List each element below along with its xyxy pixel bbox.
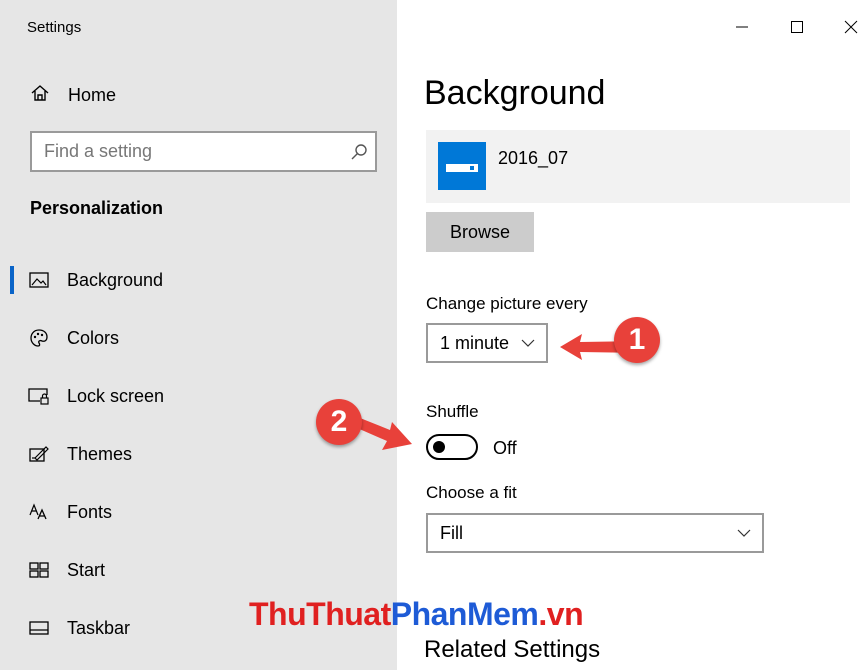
home-icon bbox=[30, 83, 50, 108]
search-input[interactable] bbox=[32, 132, 343, 171]
change-interval-dropdown[interactable]: 1 minute bbox=[426, 323, 548, 363]
app-title: Settings bbox=[27, 19, 82, 36]
step-badge-2: 2 bbox=[316, 399, 362, 445]
home-label: Home bbox=[68, 84, 117, 105]
sidebar-item-start[interactable]: Start bbox=[0, 548, 397, 592]
sidebar-item-fonts[interactable]: Fonts bbox=[0, 490, 397, 534]
page-title: Background bbox=[424, 74, 606, 112]
sidebar-item-label: Taskbar bbox=[67, 617, 131, 638]
search-icon[interactable] bbox=[343, 143, 375, 161]
maximize-icon bbox=[791, 21, 803, 33]
section-title: Personalization bbox=[30, 198, 164, 218]
picture-thumbnail bbox=[438, 142, 486, 190]
lock-screen-icon bbox=[28, 385, 50, 407]
themes-icon bbox=[28, 443, 50, 465]
watermark: ThuThuatPhanMem.vn bbox=[249, 596, 584, 632]
chevron-down-icon bbox=[521, 339, 535, 347]
sidebar-item-label: Start bbox=[67, 559, 106, 580]
preview-name: 2016_07 bbox=[498, 148, 569, 168]
minimize-button[interactable] bbox=[727, 12, 757, 42]
step-badge-1: 1 bbox=[614, 317, 660, 363]
sidebar-item-label: Fonts bbox=[67, 501, 113, 522]
toggle-state: Off bbox=[493, 438, 517, 458]
start-icon bbox=[28, 559, 50, 581]
fit-label: Choose a fit bbox=[426, 483, 517, 502]
shuffle-toggle[interactable] bbox=[426, 434, 478, 460]
taskbar-icon bbox=[28, 617, 50, 639]
fonts-icon bbox=[28, 501, 50, 523]
dropdown-value: Fill bbox=[440, 522, 463, 543]
minimize-icon bbox=[736, 26, 748, 28]
browse-button[interactable]: Browse bbox=[426, 212, 534, 252]
close-icon bbox=[844, 20, 858, 34]
home-nav-item[interactable]: Home bbox=[30, 82, 116, 108]
dropdown-value: 1 minute bbox=[440, 332, 510, 353]
close-button[interactable] bbox=[836, 12, 866, 42]
sidebar-item-label: Themes bbox=[67, 443, 133, 464]
shuffle-label: Shuffle bbox=[426, 402, 479, 421]
background-preview: 2016_07 bbox=[426, 130, 850, 203]
related-settings-heading: Related Settings bbox=[424, 636, 601, 663]
change-picture-label: Change picture every bbox=[426, 294, 588, 313]
sidebar-item-label: Background bbox=[67, 269, 164, 290]
chevron-down-icon bbox=[737, 529, 751, 537]
sidebar-item-label: Colors bbox=[67, 327, 120, 348]
fit-dropdown[interactable]: Fill bbox=[426, 513, 764, 553]
sidebar-item-background[interactable]: Background bbox=[0, 258, 397, 302]
picture-icon bbox=[28, 269, 50, 291]
palette-icon bbox=[28, 327, 50, 349]
sidebar-item-colors[interactable]: Colors bbox=[0, 316, 397, 360]
sidebar: Settings Home Personalization Background… bbox=[0, 0, 397, 670]
search-box[interactable] bbox=[30, 131, 377, 172]
maximize-button[interactable] bbox=[782, 12, 812, 42]
sidebar-item-label: Lock screen bbox=[67, 385, 165, 406]
